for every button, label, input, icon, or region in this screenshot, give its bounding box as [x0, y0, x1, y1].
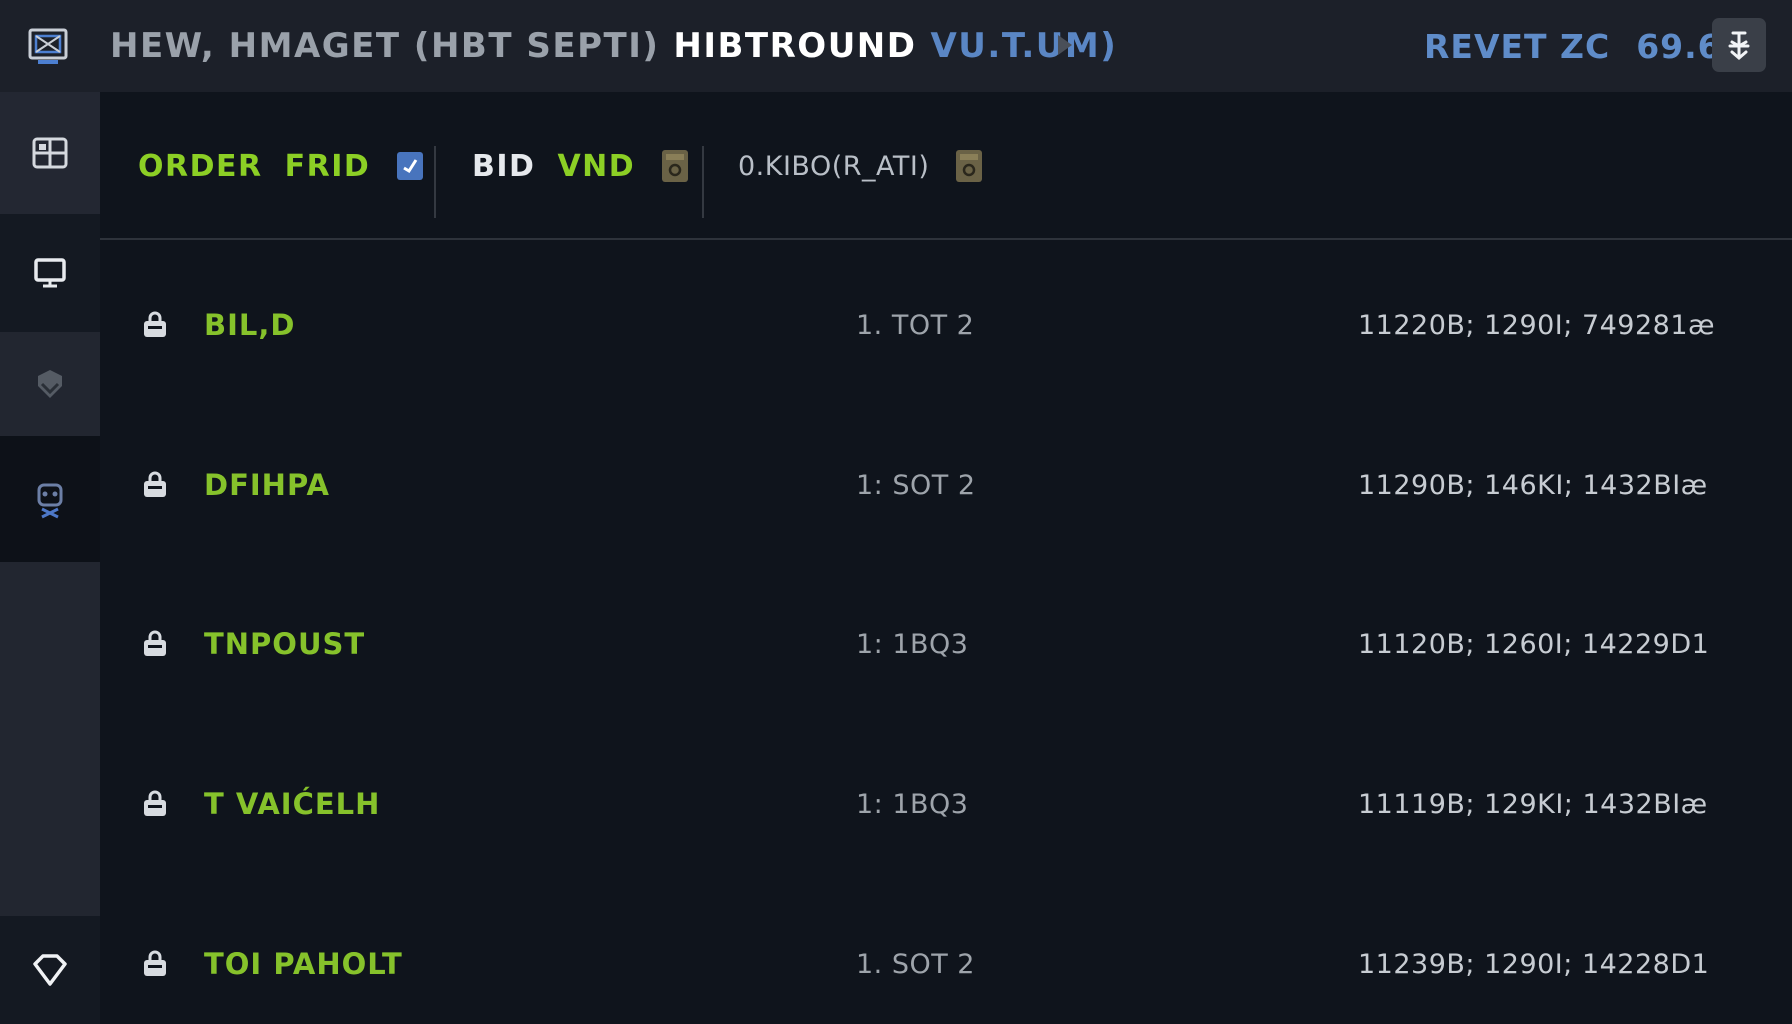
list-item[interactable]: T VAIĆELH 1: 1BQ3 11119B; 129KI; 1432BIæ: [100, 774, 1792, 834]
list-item[interactable]: DFIHPA 1: SOT 2 11290B; 146KI; 1432BIæ: [100, 455, 1792, 515]
sidebar-item-shield[interactable]: [0, 332, 100, 436]
lock-icon: [144, 790, 166, 816]
row-name: TNPOUST: [204, 627, 366, 661]
row-values: 11239B; 1290I; 14228D1: [1358, 948, 1710, 980]
tab-order-label-a: ORDER: [138, 148, 263, 184]
robot-icon: [37, 483, 63, 519]
row-name: BIL,D: [204, 308, 296, 342]
tab-bid-vnd[interactable]: BID VND: [472, 92, 689, 240]
sidebar-item-display[interactable]: [0, 214, 100, 332]
diamond-icon: [33, 954, 67, 986]
tab-bid-label-b: VND: [557, 148, 636, 184]
checkbox-icon[interactable]: [396, 149, 424, 183]
tab-bid-label-a: BID: [472, 148, 536, 184]
row-name: T VAIĆELH: [204, 787, 381, 821]
row-name: TOI PAHOLT: [204, 947, 403, 981]
lock-icon: [144, 471, 166, 497]
window-title: HEW, HMAGET (HBT SEPTI) HIBTROUND VU.T.U…: [110, 22, 1117, 70]
lock-badge-icon[interactable]: [955, 147, 983, 185]
split-screen-icon: [32, 137, 68, 169]
account-readout: REVET ZC 69.6.: [1424, 22, 1735, 70]
toolbar-divider: [702, 146, 704, 218]
sidebar-item-diamond[interactable]: [0, 916, 100, 1024]
display-icon: [34, 258, 66, 288]
title-suffix: VU.T.UM): [930, 26, 1118, 66]
sidebar: [0, 92, 100, 1024]
pin-button[interactable]: [1712, 18, 1766, 72]
row-qty: 1: 1BQ3: [856, 628, 969, 660]
main-panel: ORDER FRID BID VND 0.KIBO(R_ATI) BIL,D 1…: [100, 92, 1792, 1024]
title-prefix: HEW, HMAGET (HBT SEPTI): [110, 26, 660, 66]
shield-arrow-icon: [38, 370, 62, 398]
lock-icon: [144, 630, 166, 656]
tab-kibo-label: 0.KIBO(R_ATI): [738, 150, 930, 182]
lock-badge-icon[interactable]: [661, 147, 689, 185]
row-values: 11220B; 1290I; 749281æ: [1358, 309, 1716, 341]
sidebar-item-split[interactable]: [0, 92, 100, 214]
play-icon[interactable]: [1050, 28, 1078, 62]
list-item[interactable]: TNPOUST 1: 1BQ3 11120B; 1260I; 14229D1: [100, 614, 1792, 674]
account-label: REVET ZC: [1424, 26, 1611, 66]
row-qty: 1. TOT 2: [856, 309, 975, 341]
sidebar-item-robot[interactable]: [0, 436, 100, 562]
tab-kibo[interactable]: 0.KIBO(R_ATI): [738, 92, 983, 240]
list-item[interactable]: BIL,D 1. TOT 2 11220B; 1290I; 749281æ: [100, 295, 1792, 355]
title-bar: HEW, HMAGET (HBT SEPTI) HIBTROUND VU.T.U…: [0, 0, 1792, 92]
row-values: 11120B; 1260I; 14229D1: [1358, 628, 1710, 660]
tab-order-frid[interactable]: ORDER FRID: [138, 92, 424, 240]
toolbar-divider: [434, 146, 436, 218]
row-values: 11290B; 146KI; 1432BIæ: [1358, 469, 1708, 501]
lock-icon: [144, 311, 166, 337]
monitor-app-icon[interactable]: [26, 24, 70, 68]
pin-icon: [1728, 31, 1750, 60]
row-qty: 1: 1BQ3: [856, 788, 969, 820]
row-qty: 1. SOT 2: [856, 948, 975, 980]
list-item[interactable]: TOI PAHOLT 1. SOT 2 11239B; 1290I; 14228…: [100, 934, 1792, 994]
title-main: HIBTROUND: [673, 26, 917, 66]
row-name: DFIHPA: [204, 468, 330, 502]
row-values: 11119B; 129KI; 1432BIæ: [1358, 788, 1708, 820]
lock-icon: [144, 950, 166, 976]
tab-order-label-b: FRID: [284, 148, 371, 184]
filter-toolbar: ORDER FRID BID VND 0.KIBO(R_ATI): [100, 92, 1792, 240]
row-qty: 1: SOT 2: [856, 469, 976, 501]
